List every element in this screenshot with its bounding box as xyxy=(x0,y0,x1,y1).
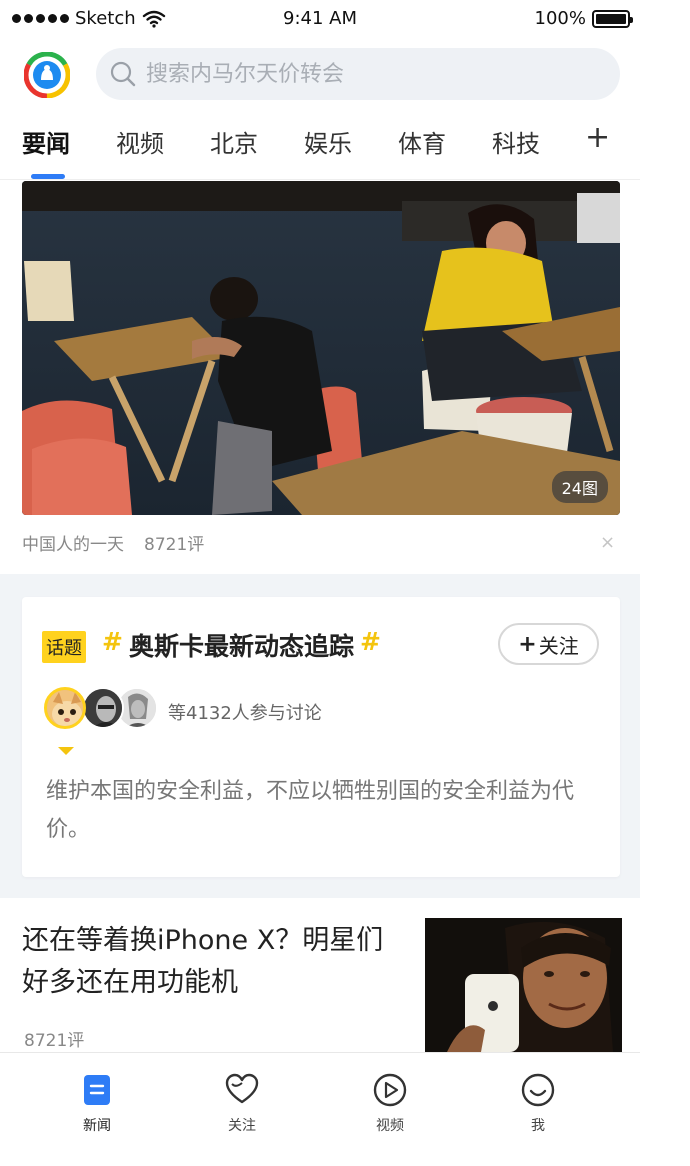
article-thumbnail[interactable] xyxy=(425,918,622,1052)
follow-label: 关注 xyxy=(538,633,579,658)
heart-icon xyxy=(225,1073,259,1104)
tab-video[interactable]: 视频 xyxy=(116,124,164,159)
hash-icon: # xyxy=(102,627,123,656)
topic-tag-badge: 话题 xyxy=(42,631,86,663)
hero-photo[interactable]: 24图 xyxy=(22,181,620,515)
bottom-nav: 新闻 关注 视频 我 xyxy=(0,1052,640,1166)
search-input[interactable] xyxy=(146,61,586,87)
app-screen: Sketch 9:41 AM 100% 要闻 xyxy=(0,0,640,1166)
active-tab-indicator xyxy=(31,174,65,179)
article-title[interactable]: 还在等着换iPhone X？明星们好多还在用功能机 xyxy=(22,920,402,1004)
hero-comment-count: 8721评 xyxy=(144,535,205,555)
avatar xyxy=(44,687,86,729)
hero-meta: 中国人的一天 8721评 xyxy=(22,530,204,555)
tab-beijing[interactable]: 北京 xyxy=(210,124,258,159)
battery-percent: 100% xyxy=(534,8,586,29)
hero-photo-illustration xyxy=(22,181,620,515)
nav-label-me: 我 xyxy=(531,1118,545,1134)
channel-tabs: 要闻 视频 北京 娱乐 体育 科技 + xyxy=(0,118,640,180)
nav-item-follow[interactable]: 关注 xyxy=(197,1073,287,1135)
nav-label-follow: 关注 xyxy=(228,1118,256,1134)
status-right: 100% xyxy=(534,8,633,29)
nav-item-news[interactable]: 新闻 xyxy=(52,1073,142,1135)
nav-label-news: 新闻 xyxy=(83,1118,111,1134)
participant-count: 等4132人参与讨论 xyxy=(168,703,322,724)
avatar xyxy=(82,687,124,729)
news-icon xyxy=(84,1075,110,1105)
hash-icon-end: # xyxy=(359,627,381,656)
play-icon xyxy=(373,1073,407,1107)
topic-title-text: 奥斯卡最新动态追踪 xyxy=(128,632,354,661)
nav-item-me[interactable]: 我 xyxy=(493,1073,583,1135)
follow-button[interactable]: + 关注 xyxy=(498,623,599,665)
battery-icon xyxy=(592,9,633,28)
topic-quote[interactable]: 维护本国的安全利益，不应以牺牲别国的安全利益为代价。 xyxy=(46,773,602,849)
smile-icon xyxy=(521,1073,555,1107)
hero-source: 中国人的一天 xyxy=(22,535,124,555)
image-count-badge: 24图 xyxy=(551,471,608,503)
dismiss-close-icon[interactable]: × xyxy=(600,532,615,553)
caret-down-icon xyxy=(58,747,74,755)
tab-news[interactable]: 要闻 xyxy=(22,124,70,159)
tab-tech[interactable]: 科技 xyxy=(492,124,540,159)
topic-title[interactable]: # 奥斯卡最新动态追踪 # xyxy=(102,627,381,663)
participant-avatars[interactable] xyxy=(44,687,158,731)
plus-icon: + xyxy=(518,631,537,657)
search-icon xyxy=(110,61,136,87)
nav-item-video[interactable]: 视频 xyxy=(345,1073,435,1135)
search-bar[interactable] xyxy=(96,48,620,100)
article-comment-count: 8721评 xyxy=(24,1031,85,1051)
nav-label-video: 视频 xyxy=(376,1118,404,1134)
add-channel-button[interactable]: + xyxy=(585,120,610,155)
status-bar: Sketch 9:41 AM 100% xyxy=(0,0,640,40)
tab-sports[interactable]: 体育 xyxy=(398,124,446,159)
app-logo-icon[interactable] xyxy=(24,52,70,98)
topic-card[interactable]: 话题 # 奥斯卡最新动态追踪 # + 关注 等4132人参与讨论 维护本国的安全… xyxy=(22,597,620,877)
tab-entertainment[interactable]: 娱乐 xyxy=(304,124,352,159)
